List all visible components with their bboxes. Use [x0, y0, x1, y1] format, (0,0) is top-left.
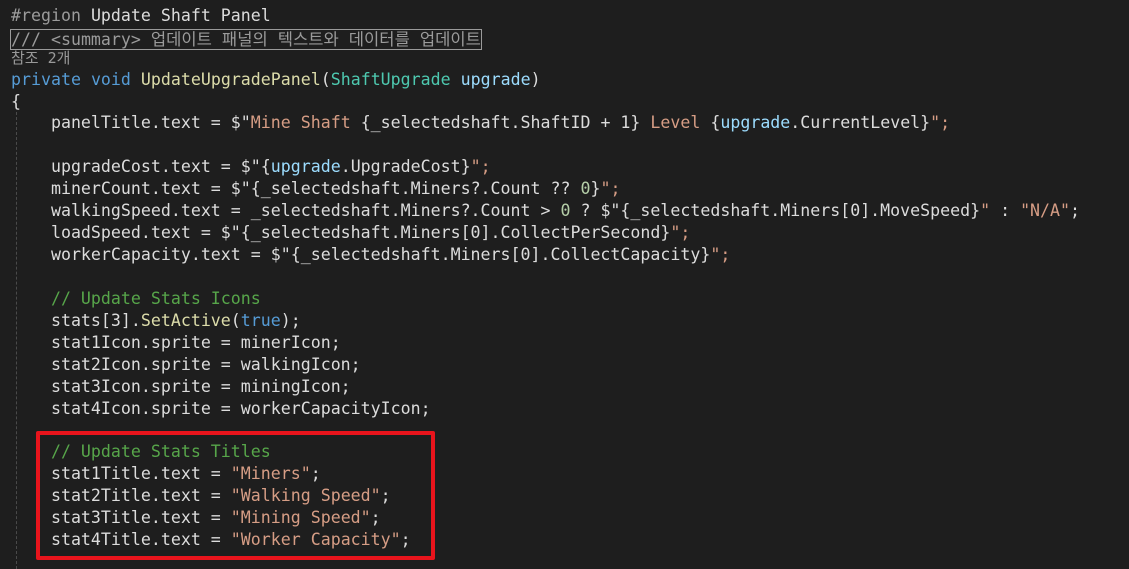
param-type: ShaftUpgrade: [330, 70, 451, 89]
code-line-method-signature[interactable]: private void UpdateUpgradePanel(ShaftUpg…: [11, 69, 541, 91]
code-text: }: [590, 179, 601, 198]
interpolation-expr: {_selectedshaft.Miners?.Count ??: [250, 179, 581, 198]
code-line-region[interactable]: #region Update Shaft Panel: [11, 5, 271, 27]
code-text: .UpgradeCost}: [340, 157, 471, 176]
doc-comment-summary: /// <summary> 업데이트 패널의 텍스트와 데이터를 업데이트: [10, 29, 482, 50]
number-literal: 0: [560, 201, 571, 220]
code-line-walking-speed[interactable]: walkingSpeed.text = _selectedshaft.Miner…: [11, 200, 1080, 222]
code-text: :: [990, 201, 1021, 220]
code-text: minerCount.text = $": [11, 179, 251, 198]
string-literal: ": [980, 201, 991, 220]
string-literal: ";: [930, 113, 951, 132]
code-text: ? $": [570, 201, 621, 220]
string-literal: ";: [600, 179, 621, 198]
keyword-void: void: [90, 70, 131, 89]
variable-upgrade: upgrade: [720, 113, 791, 132]
code-line-load-speed[interactable]: loadSpeed.text = $"{_selectedshaft.Miner…: [11, 222, 690, 244]
code-text: (: [230, 311, 241, 330]
code-text: .CurrentLevel}: [790, 113, 931, 132]
code-text: workerCapacity.text = $": [11, 245, 291, 264]
interpolation-expr: {_selectedshaft.Miners[0].CollectPerSeco…: [240, 223, 671, 242]
string-literal: ";: [470, 157, 491, 176]
code-text: {: [710, 113, 721, 132]
paren-close: ): [530, 70, 541, 89]
number-literal: 0: [580, 179, 591, 198]
code-editor[interactable]: #region Update Shaft Panel /// <summary>…: [0, 0, 1129, 569]
code-line-open-brace[interactable]: {: [11, 91, 21, 113]
string-literal: ";: [670, 223, 691, 242]
code-line-summary[interactable]: /// <summary> 업데이트 패널의 텍스트와 데이터를 업데이트: [10, 29, 482, 51]
interpolation-expr: {_selectedshaft.ShaftID + 1}: [360, 113, 641, 132]
interpolation-expr: {_selectedshaft.Miners[0].CollectCapacit…: [290, 245, 711, 264]
code-text: ;: [1070, 201, 1081, 220]
code-line-stats-setactive[interactable]: stats[3].SetActive(true);: [11, 310, 301, 332]
code-text: loadSpeed.text = $": [11, 223, 241, 242]
code-line-worker-capacity[interactable]: workerCapacity.text = $"{_selectedshaft.…: [11, 244, 730, 266]
string-literal: ";: [710, 245, 731, 264]
keyword-true: true: [240, 311, 281, 330]
code-line-miner-count[interactable]: minerCount.text = $"{_selectedshaft.Mine…: [11, 178, 621, 200]
code-line-stat4-icon[interactable]: stat4Icon.sprite = workerCapacityIcon;: [11, 398, 431, 420]
code-text: upgradeCost.text = $": [11, 157, 261, 176]
string-literal: Mine Shaft: [250, 113, 361, 132]
code-line-panel-title[interactable]: panelTitle.text = $"Mine Shaft {_selecte…: [11, 112, 950, 134]
code-comment-stats-icons[interactable]: // Update Stats Icons: [11, 288, 261, 310]
code-text: {: [260, 157, 271, 176]
region-directive: #region: [11, 6, 91, 25]
red-highlight-box: [36, 431, 435, 560]
string-literal: "N/A": [1020, 201, 1071, 220]
code-text: panelTitle.text = $": [11, 113, 251, 132]
code-line-stat3-icon[interactable]: stat3Icon.sprite = miningIcon;: [11, 376, 351, 398]
keyword-private: private: [11, 70, 81, 89]
method-setactive: SetActive: [140, 311, 231, 330]
doc-comment-text: 업데이트 패널의 텍스트와 데이터를 업데이트: [140, 30, 481, 49]
code-text: walkingSpeed.text = _selectedshaft.Miner…: [11, 201, 561, 220]
variable-upgrade: upgrade: [270, 157, 341, 176]
code-text: );: [280, 311, 301, 330]
method-name: UpdateUpgradePanel: [140, 70, 321, 89]
paren-open: (: [320, 70, 331, 89]
interpolation-expr: {_selectedshaft.Miners[0].MoveSpeed}: [620, 201, 981, 220]
param-name: upgrade: [460, 70, 531, 89]
code-line-stat2-icon[interactable]: stat2Icon.sprite = walkingIcon;: [11, 354, 361, 376]
string-literal: Level: [640, 113, 711, 132]
code-line-stat1-icon[interactable]: stat1Icon.sprite = minerIcon;: [11, 332, 341, 354]
code-lens-references[interactable]: 참조 2개: [11, 47, 70, 69]
code-text: stats[3].: [11, 311, 141, 330]
region-name: Update Shaft Panel: [90, 6, 271, 25]
code-line-upgrade-cost[interactable]: upgradeCost.text = $"{upgrade.UpgradeCos…: [11, 156, 491, 178]
